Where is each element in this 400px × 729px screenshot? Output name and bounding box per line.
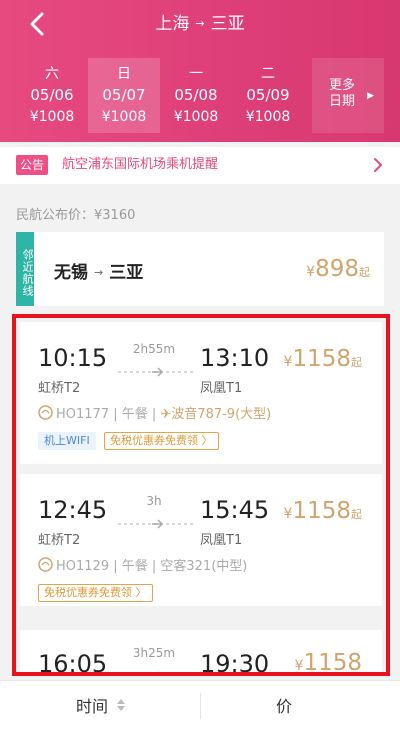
price-suffix: 起 — [351, 356, 362, 369]
airline-logo-icon — [38, 405, 53, 420]
coupon-button[interactable]: 免税优惠券免费领 〉 — [38, 584, 153, 602]
date-value: 05/07 — [102, 86, 146, 104]
divider — [200, 693, 201, 719]
nearby-route-arrow: → — [94, 266, 104, 279]
flight-card[interactable]: 12:45 3h 15:45 虹桥T2 凤凰T1 ¥1158起 HO1129 |… — [20, 474, 382, 606]
flight-info: HO1129 | 午餐 | 空客321(中型) — [38, 557, 247, 576]
price-amount: 1158 — [292, 498, 351, 524]
flight-card[interactable]: 16:05 3h25m 19:30 ¥1158 — [20, 630, 382, 676]
flight-path-icon — [118, 514, 194, 529]
sort-arrows-icon — [116, 697, 126, 711]
route-title: 上海 → 三亚 — [0, 12, 400, 38]
flight-path-icon — [118, 666, 194, 672]
price-amount: 1158 — [292, 346, 351, 372]
sort-bar: 时间 价 — [0, 680, 400, 729]
date-option[interactable]: 一 05/08 ¥1008 — [160, 58, 232, 133]
date-weekday: 一 — [189, 66, 203, 82]
flight-number-meal: HO1177 | 午餐 | — [56, 407, 161, 422]
more-dates-button[interactable]: 更多 日期 ▶ — [312, 58, 384, 133]
sort-by-time-button[interactable]: 时间 — [76, 693, 108, 717]
date-selector: 六 05/06 ¥1008 日 05/07 ¥1008 一 05/08 ¥100… — [16, 58, 384, 133]
nearby-route-card[interactable]: 邻近航线 无锡 → 三亚 ¥898起 — [16, 232, 384, 306]
airline-logo-icon — [38, 557, 53, 572]
notice-text: 航空浦东国际机场乘机提醒 — [62, 157, 219, 172]
date-value: 05/06 — [30, 86, 74, 104]
price-symbol: ¥ — [306, 264, 316, 280]
aircraft-icon: ✈ — [160, 407, 172, 422]
nearby-route-cities: 无锡 → 三亚 — [54, 258, 143, 283]
route-arrow: → — [195, 17, 205, 30]
nearby-price: ¥898起 — [306, 256, 370, 282]
sort-by-price-button[interactable]: 价 — [276, 693, 292, 717]
date-option[interactable]: 六 05/06 ¥1008 — [16, 58, 88, 133]
date-value: 05/09 — [246, 86, 290, 104]
arrive-time: 15:45 — [200, 496, 270, 524]
nearby-from-city: 无锡 — [54, 263, 88, 283]
header: 上海 → 三亚 六 05/06 ¥1008 日 05/07 ¥1008 一 05/0… — [0, 0, 400, 142]
notice-bar[interactable]: 公告 航空浦东国际机场乘机提醒 — [0, 147, 400, 184]
depart-time: 10:15 — [38, 344, 108, 372]
arrive-airport: 凤凰T1 — [200, 533, 243, 548]
to-city: 三亚 — [210, 14, 245, 34]
date-price: ¥1008 — [29, 109, 75, 125]
flight-price: ¥1158 — [295, 650, 362, 676]
coupon-button[interactable]: 免税优惠券免费领 〉 — [104, 432, 219, 450]
flight-card[interactable]: 10:15 2h55m 13:10 虹桥T2 凤凰T1 ¥1158起 HO117… — [20, 322, 382, 464]
depart-airport: 虹桥T2 — [38, 533, 81, 548]
date-value: 05/08 — [174, 86, 218, 104]
wifi-badge: 机上WIFI — [38, 432, 96, 450]
date-weekday: 六 — [45, 66, 59, 82]
arrive-time: 19:30 — [200, 650, 270, 676]
price-suffix: 起 — [351, 508, 362, 521]
flight-info: HO1177 | 午餐 | ✈波音787-9(大型) — [38, 405, 271, 424]
from-city: 上海 — [155, 14, 190, 34]
chevron-right-icon — [372, 156, 384, 174]
depart-time: 12:45 — [38, 496, 108, 524]
price-amount: 898 — [315, 256, 359, 282]
highlight-frame: 10:15 2h55m 13:10 虹桥T2 凤凰T1 ¥1158起 HO117… — [12, 314, 390, 676]
flight-price: ¥1158起 — [284, 498, 362, 524]
date-option[interactable]: 二 05/09 ¥1008 — [232, 58, 304, 133]
price-suffix: 起 — [359, 266, 370, 279]
flight-price: ¥1158起 — [284, 346, 362, 372]
more-dates-line1: 更多 — [329, 78, 356, 93]
flight-duration: 3h — [146, 494, 162, 508]
public-price: 民航公布价：¥3160 — [16, 208, 136, 223]
date-price: ¥1008 — [173, 109, 219, 125]
flight-duration: 3h25m — [132, 646, 176, 660]
nearby-route-tag: 邻近航线 — [16, 232, 34, 306]
nearby-to-city: 三亚 — [109, 263, 144, 283]
arrive-airport: 凤凰T1 — [200, 381, 243, 396]
date-price: ¥1008 — [101, 109, 147, 125]
depart-time: 16:05 — [38, 650, 108, 676]
price-amount: 1158 — [303, 650, 362, 676]
more-dates-line2: 日期 — [329, 94, 356, 109]
aircraft-type: 波音787-9(大型) — [171, 407, 272, 422]
flight-duration: 2h55m — [132, 342, 176, 356]
flight-path-icon — [118, 362, 194, 377]
date-weekday: 二 — [261, 66, 275, 82]
depart-airport: 虹桥T2 — [38, 381, 81, 396]
notice-tag: 公告 — [16, 155, 49, 175]
arrive-time: 13:10 — [200, 344, 270, 372]
triangle-right-icon: ▶ — [367, 91, 374, 101]
date-price: ¥1008 — [245, 109, 291, 125]
date-option-selected[interactable]: 日 05/07 ¥1008 — [88, 58, 160, 133]
date-weekday: 日 — [117, 66, 131, 82]
flight-number-meal-aircraft: HO1129 | 午餐 | 空客321(中型) — [56, 559, 248, 574]
